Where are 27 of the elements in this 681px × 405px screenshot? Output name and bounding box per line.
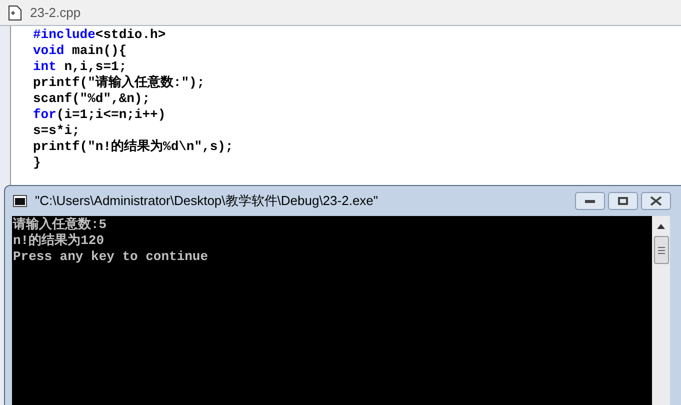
minimize-button[interactable] bbox=[575, 192, 605, 210]
console-line: 请输入任意数:5 bbox=[13, 217, 107, 233]
code-line: printf("请输入任意数:"); bbox=[33, 75, 205, 91]
minimize-icon bbox=[585, 200, 595, 202]
window-title: "C:\Users\Administrator\Desktop\教学软件\Debug\23-2.exe" bbox=[35, 192, 378, 210]
code-line: void main(){ bbox=[33, 43, 127, 59]
grip-icon bbox=[658, 246, 664, 254]
code-line: printf("n!的结果为%d\n",s); bbox=[33, 139, 234, 155]
file-tab[interactable]: 23-2.cpp bbox=[30, 2, 81, 22]
scroll-thumb[interactable] bbox=[654, 236, 668, 264]
code-editor[interactable]: #include<stdio.h> void main(){ int n,i,s=1; printf("请输入任意数:"); scanf("%d",&n); for(i=1;i<=n;i++) s=s*i; printf("n!的结果为%d\n",s); } bbox=[10, 26, 681, 186]
scrollbar[interactable] bbox=[652, 216, 670, 405]
restore-icon bbox=[618, 197, 628, 205]
close-icon bbox=[650, 196, 662, 206]
code-line: scanf("%d",&n); bbox=[33, 91, 150, 107]
close-button[interactable] bbox=[641, 192, 671, 210]
maximize-button[interactable] bbox=[608, 192, 638, 210]
code-line: #include<stdio.h> bbox=[33, 27, 166, 43]
code-line: int n,i,s=1; bbox=[33, 59, 127, 74]
console-line: n!的结果为120 bbox=[13, 233, 104, 249]
scroll-up-icon bbox=[657, 224, 665, 229]
code-line: s=s*i; bbox=[33, 123, 80, 139]
code-line: for(i=1;i<=n;i++) bbox=[33, 107, 166, 123]
console-icon bbox=[13, 195, 27, 207]
console-line: Press any key to continue bbox=[13, 249, 208, 265]
file-icon bbox=[8, 4, 22, 20]
code-line: } bbox=[33, 155, 41, 171]
